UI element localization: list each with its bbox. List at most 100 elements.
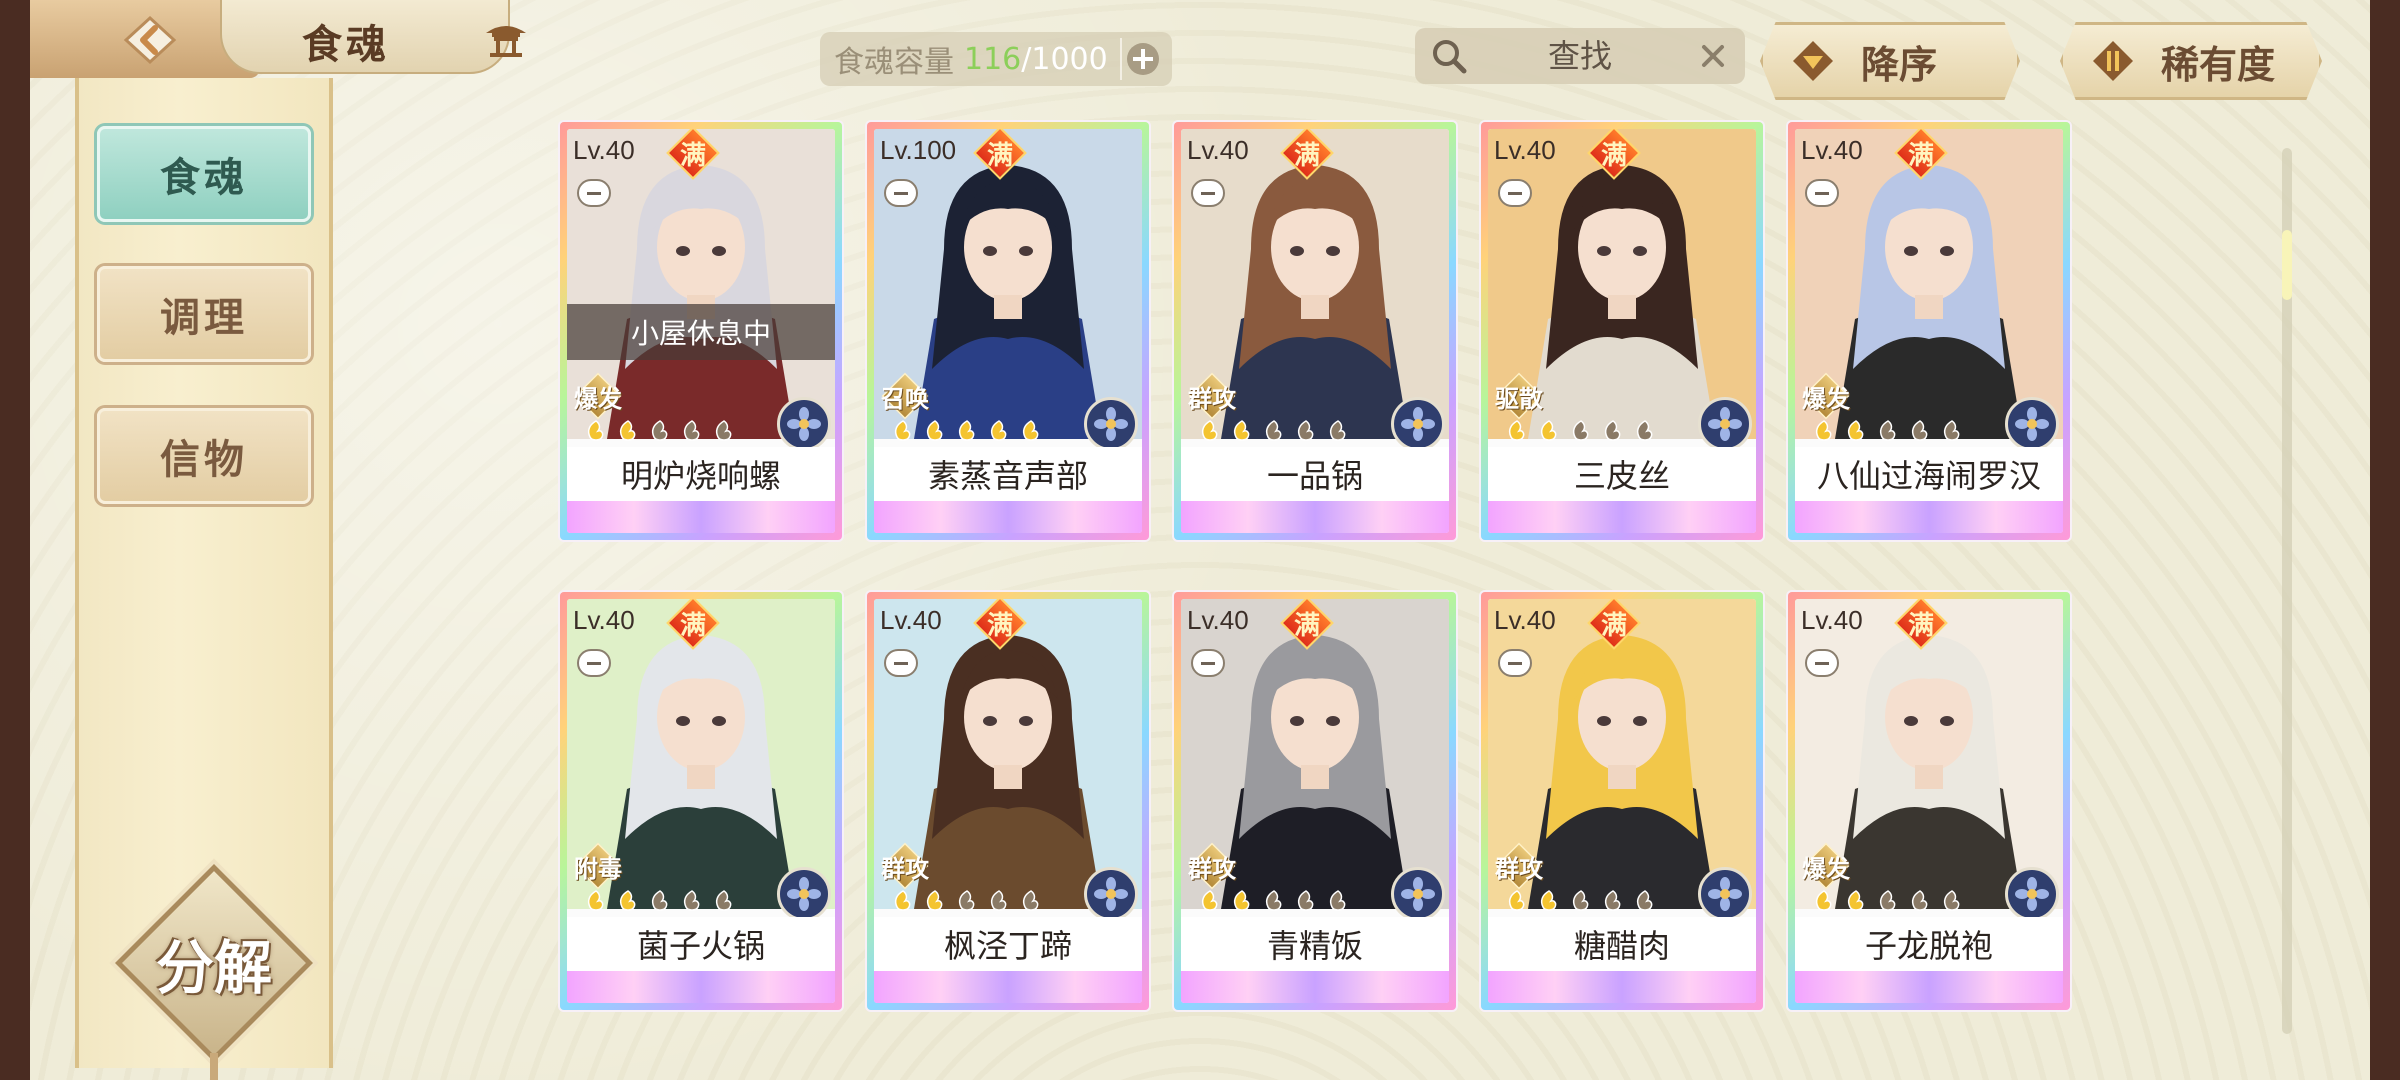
max-level-badge: 满 — [1587, 599, 1641, 650]
max-level-badge: 满 — [666, 129, 720, 180]
star-rating — [890, 889, 1044, 913]
sidebar-item-label: 食魂 — [160, 155, 248, 201]
fire-star-icon — [1508, 420, 1525, 441]
max-level-label: 满 — [1907, 610, 1934, 641]
max-level-badge: 满 — [973, 599, 1027, 650]
back-button[interactable] — [118, 10, 182, 70]
character-name: 明炉烧响螺 — [567, 447, 835, 501]
fire-star-icon — [683, 890, 700, 911]
level-label: Lv.40 — [1801, 605, 1863, 635]
card-body: Lv.100 满召唤 素蒸音声部 — [874, 129, 1142, 533]
sidebar-item-tokens[interactable]: 信物 — [97, 408, 311, 504]
decompose-button[interactable]: 分解 — [114, 863, 314, 1080]
sidebar-item-label: 信物 — [160, 437, 248, 483]
fire-star-icon — [990, 890, 1007, 911]
food-soul-card[interactable]: Lv.40 满群攻 糖醋肉 — [1481, 592, 1763, 1010]
fire-star-icon — [1297, 890, 1314, 911]
max-level-badge: 满 — [1894, 599, 1948, 650]
fire-star-icon — [1815, 890, 1832, 911]
flower-icon — [2015, 877, 2049, 911]
food-soul-card[interactable]: Lv.40 满驱散 三皮丝 — [1481, 122, 1763, 540]
max-level-badge: 满 — [973, 129, 1027, 180]
capacity-label: 食魂容量 — [834, 45, 954, 80]
role-label: 召唤 — [881, 384, 929, 413]
max-level-label: 满 — [986, 140, 1013, 171]
food-soul-card[interactable]: Lv.40 满爆发子龙脱袍 — [1788, 592, 2070, 1010]
fire-star-icon — [1815, 420, 1832, 441]
food-soul-card[interactable]: Lv.40 满小屋休息中 爆发 明炉烧响螺 — [560, 122, 842, 540]
level-label: Lv.40 — [1187, 605, 1249, 635]
clear-search-button[interactable] — [1695, 38, 1731, 74]
card-rarity-strip — [1181, 971, 1449, 1003]
plus-icon — [1127, 43, 1159, 75]
flower-icon — [1708, 407, 1742, 441]
search-icon — [1433, 40, 1467, 74]
minus-icon — [1191, 649, 1225, 677]
fire-star-icon — [1265, 420, 1282, 441]
fire-star-icon — [619, 420, 636, 441]
max-level-label: 满 — [679, 610, 706, 641]
fire-star-icon — [1847, 420, 1864, 441]
food-soul-card[interactable]: Lv.40 满群攻 青精饭 — [1174, 592, 1456, 1010]
card-body: Lv.40 满爆发子龙脱袍 — [1795, 599, 2063, 1003]
card-rarity-strip — [1795, 501, 2063, 533]
fire-star-icon — [1943, 420, 1960, 441]
minus-icon — [577, 649, 611, 677]
fire-star-icon — [651, 890, 668, 911]
fire-star-icon — [926, 890, 943, 911]
home-button[interactable] — [478, 14, 534, 64]
character-name: 素蒸音声部 — [874, 447, 1142, 501]
search-input[interactable] — [1475, 34, 1685, 78]
max-level-label: 满 — [679, 140, 706, 171]
role-tag: 群攻 — [1488, 842, 1552, 890]
element-badge — [1698, 867, 1752, 921]
max-level-label: 满 — [1293, 140, 1320, 171]
title-tab: 食魂 — [220, 0, 510, 74]
rarity-filter-button[interactable]: 稀有度 — [2060, 22, 2322, 100]
flower-icon — [1401, 407, 1435, 441]
star-rating — [1197, 419, 1351, 443]
minus-icon — [1498, 179, 1532, 207]
fire-star-icon — [1847, 890, 1864, 911]
minus-icon — [1498, 649, 1532, 677]
role-label: 群攻 — [1495, 854, 1543, 883]
element-badge — [2005, 867, 2059, 921]
food-soul-card[interactable]: Lv.40 满附毒 菌子火锅 — [560, 592, 842, 1010]
character-name: 菌子火锅 — [567, 917, 835, 971]
food-soul-card[interactable]: Lv.100 满召唤 素蒸音声部 — [867, 122, 1149, 540]
minus-icon — [1805, 649, 1839, 677]
fire-star-icon — [619, 890, 636, 911]
food-soul-card[interactable]: Lv.40 满爆发 八仙过海闹罗汉 — [1788, 122, 2070, 540]
element-badge — [1084, 397, 1138, 451]
scrollbar[interactable] — [2282, 148, 2292, 1034]
star-rating — [583, 889, 737, 913]
sidebar-item-conditioning[interactable]: 调理 — [97, 266, 311, 362]
max-level-badge: 满 — [1280, 599, 1334, 650]
sort-order-button[interactable]: 降序 — [1760, 22, 2020, 100]
role-label: 群攻 — [1188, 384, 1236, 413]
card-rarity-strip — [567, 501, 835, 533]
element-badge — [1391, 397, 1445, 451]
minus-icon — [884, 179, 918, 207]
star-rating — [1504, 419, 1658, 443]
card-rarity-strip — [1795, 971, 2063, 1003]
fire-star-icon — [1233, 420, 1250, 441]
capacity-expand-button[interactable] — [1120, 38, 1164, 80]
level-label: Lv.40 — [1801, 135, 1863, 165]
fire-star-icon — [1201, 420, 1218, 441]
scrollbar-thumb[interactable] — [2282, 230, 2292, 300]
minus-icon — [884, 649, 918, 677]
fire-star-icon — [1329, 890, 1346, 911]
role-tag: 爆发 — [1795, 842, 1859, 890]
fire-star-icon — [587, 890, 604, 911]
food-soul-card[interactable]: Lv.40 满群攻 枫泾丁蹄 — [867, 592, 1149, 1010]
food-soul-card[interactable]: Lv.40 满群攻 一品锅 — [1174, 122, 1456, 540]
flower-icon — [787, 407, 821, 441]
star-rating — [1811, 889, 1965, 913]
character-name: 子龙脱袍 — [1795, 917, 2063, 971]
capacity-display: 食魂容量 116 / 1000 — [820, 32, 1172, 86]
max-level-badge: 满 — [1587, 129, 1641, 180]
max-level-label: 满 — [1293, 610, 1320, 641]
sidebar-item-food-souls[interactable]: 食魂 — [97, 126, 311, 222]
level-label: Lv.40 — [573, 135, 635, 165]
